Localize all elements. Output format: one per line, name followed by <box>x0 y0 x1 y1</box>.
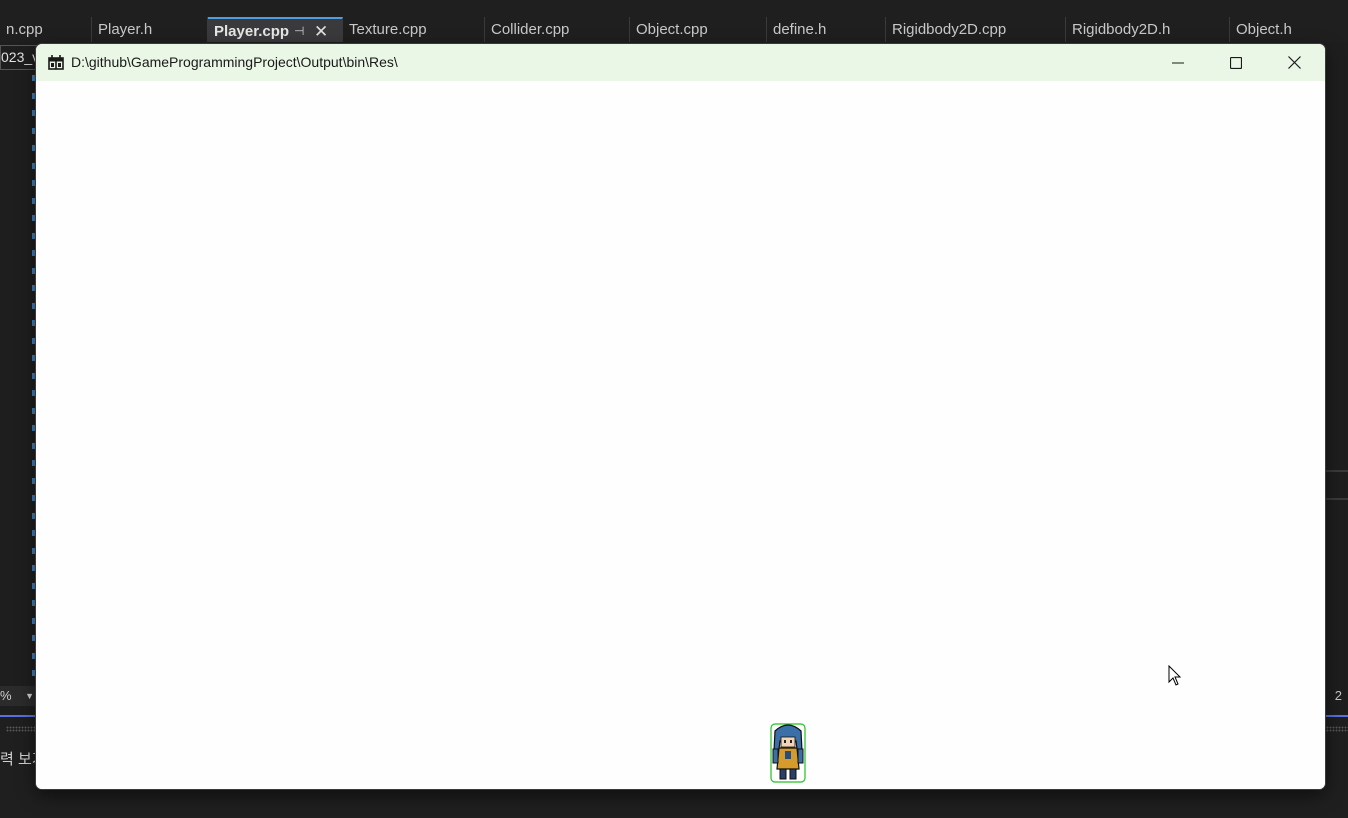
change-marker <box>32 460 35 466</box>
tab-rigidbody2d-h[interactable]: Rigidbody2D.h <box>1066 17 1230 42</box>
player-character-sprite <box>770 723 806 783</box>
change-marker <box>32 338 35 344</box>
window-title: D:\github\GameProgrammingProject\Output\… <box>71 54 398 70</box>
app-window-icon <box>48 55 64 70</box>
game-window: D:\github\GameProgrammingProject\Output\… <box>36 44 1325 789</box>
tab-label: Object.cpp <box>636 21 708 38</box>
change-marker <box>32 93 35 99</box>
ide-title-strip <box>0 0 1348 17</box>
change-marker <box>32 110 35 116</box>
tab-object-cpp[interactable]: Object.cpp <box>630 17 767 42</box>
panel-grip[interactable] <box>6 726 36 732</box>
change-marker <box>32 163 35 169</box>
change-marker <box>32 653 35 659</box>
side-panel-splitter[interactable] <box>1325 470 1348 500</box>
mouse-cursor-icon <box>1168 665 1182 686</box>
change-marker <box>32 670 35 676</box>
pin-icon[interactable]: ⊣ <box>294 19 304 42</box>
change-marker <box>32 285 35 291</box>
change-marker <box>32 75 35 81</box>
tab-label: Player.h <box>98 21 153 38</box>
game-canvas[interactable] <box>36 81 1325 789</box>
change-marker <box>32 233 35 239</box>
ide-tab-bar: n.cpp Player.h Player.cpp ⊣ ✕ Texture.cp… <box>0 17 1348 42</box>
change-marker <box>32 390 35 396</box>
tab-player-cpp[interactable]: Player.cpp ⊣ ✕ <box>208 17 343 42</box>
change-marker <box>32 443 35 449</box>
close-icon <box>1287 56 1301 69</box>
tab-label: n.cpp <box>6 21 43 38</box>
tab-label: Player.cpp <box>214 23 290 40</box>
tab-define-h[interactable]: define.h <box>767 17 886 42</box>
change-marker <box>32 373 35 379</box>
change-marker <box>32 145 35 151</box>
scope-dropdown[interactable]: 023_v <box>0 45 40 70</box>
tab-n-cpp[interactable]: n.cpp <box>0 17 92 42</box>
change-marker <box>32 478 35 484</box>
minimize-button[interactable] <box>1149 44 1207 81</box>
tab-rigidbody2d-cpp[interactable]: Rigidbody2D.cpp <box>886 17 1066 42</box>
desktop: n.cpp Player.h Player.cpp ⊣ ✕ Texture.cp… <box>0 0 1348 818</box>
change-marker <box>32 530 35 536</box>
status-column-indicator: 2 <box>1334 688 1342 703</box>
tab-object-h[interactable]: Object.h <box>1230 17 1348 42</box>
tab-label: Rigidbody2D.cpp <box>892 21 1007 38</box>
change-marker <box>32 408 35 414</box>
change-marker <box>32 250 35 256</box>
minimize-icon <box>1172 62 1184 63</box>
change-marker <box>32 600 35 606</box>
change-marker <box>32 268 35 274</box>
tab-label: Collider.cpp <box>491 21 570 38</box>
tab-close-icon[interactable]: ✕ <box>314 19 328 42</box>
change-marker <box>32 565 35 571</box>
maximize-icon <box>1230 56 1242 69</box>
tab-label: define.h <box>773 21 827 38</box>
change-marker <box>32 548 35 554</box>
maximize-button[interactable] <box>1207 44 1265 81</box>
tab-texture-cpp[interactable]: Texture.cpp <box>343 17 485 42</box>
change-marker <box>32 320 35 326</box>
close-button[interactable] <box>1265 44 1323 81</box>
change-marker <box>32 128 35 134</box>
zoom-value: % <box>0 688 12 703</box>
change-marker <box>32 635 35 641</box>
change-marker <box>32 303 35 309</box>
tab-player-h[interactable]: Player.h <box>92 17 208 42</box>
chevron-down-icon: ▼ <box>25 691 34 701</box>
change-marker <box>32 215 35 221</box>
zoom-dropdown[interactable]: % ▼ <box>0 686 36 706</box>
change-marker <box>32 583 35 589</box>
change-marker <box>32 618 35 624</box>
change-marker <box>32 355 35 361</box>
change-marker <box>32 425 35 431</box>
change-marker <box>32 513 35 519</box>
panel-grip[interactable] <box>1326 726 1348 732</box>
window-titlebar[interactable]: D:\github\GameProgrammingProject\Output\… <box>36 44 1325 81</box>
change-marker <box>32 495 35 501</box>
tab-label: Texture.cpp <box>349 21 427 38</box>
tab-label: Object.h <box>1236 21 1292 38</box>
tab-label: Rigidbody2D.h <box>1072 21 1171 38</box>
change-marker <box>32 180 35 186</box>
change-marker <box>32 198 35 204</box>
tab-collider-cpp[interactable]: Collider.cpp <box>485 17 630 42</box>
